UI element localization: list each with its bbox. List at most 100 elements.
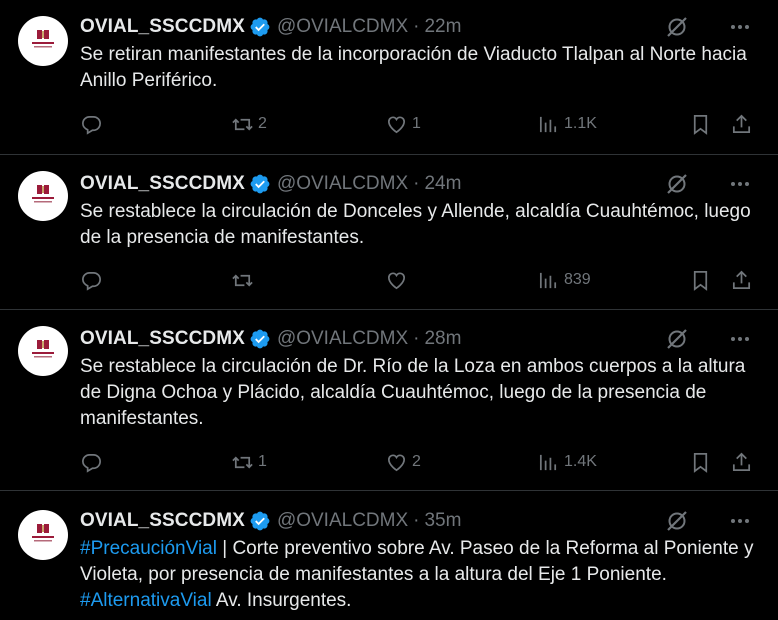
display-name[interactable]: OVIAL_SSCCDMX [80, 16, 245, 38]
tweet-header: OVIAL_SSCCDMX @OVIALCDMX · 35m [80, 508, 461, 534]
tweet-text-segment: Se restablece la circulación de Dr. Río … [80, 356, 746, 429]
grok-icon[interactable] [666, 510, 688, 532]
avatar[interactable] [18, 171, 68, 221]
tweet[interactable]: OVIAL_SSCCDMX @OVIALCDMX · 22m Se retira… [0, 0, 778, 155]
views-count: 1.4K [564, 453, 597, 470]
timestamp[interactable]: 22m [424, 16, 461, 38]
share-icon [732, 114, 751, 133]
retweet-button[interactable]: 1 [231, 448, 267, 476]
ssc-logo-icon [32, 524, 54, 542]
bookmark-icon [693, 270, 708, 291]
retweet-icon [232, 273, 253, 287]
reply-icon [82, 271, 101, 291]
like-button[interactable]: 1 [385, 110, 421, 138]
tweet-header: OVIAL_SSCCDMX @OVIALCDMX · 28m [80, 326, 461, 352]
tweet-text-segment: Se restablece la circulación de Donceles… [80, 201, 751, 248]
tweet-text: Se restablece la circulación de Donceles… [80, 199, 760, 251]
hashtag-link[interactable]: #AlternativaVial [80, 590, 212, 611]
retweet-button[interactable]: 2 [231, 110, 267, 138]
tweet-actions: 839 [80, 266, 760, 294]
tweet-text: Se retiran manifestantes de la incorpora… [80, 42, 760, 94]
avatar[interactable] [18, 510, 68, 560]
share-icon [732, 270, 751, 289]
display-name[interactable]: OVIAL_SSCCDMX [80, 173, 245, 195]
bookmark-button[interactable] [689, 448, 712, 476]
like-count: 2 [412, 453, 421, 470]
more-icon[interactable] [728, 15, 752, 39]
grok-icon[interactable] [666, 173, 688, 195]
like-icon [387, 453, 406, 471]
separator: · [413, 16, 420, 37]
reply-icon [82, 115, 101, 135]
retweet-count: 1 [258, 453, 267, 470]
ssc-logo-icon [32, 340, 54, 358]
tweet-text-segment: Se retiran manifestantes de la incorpora… [80, 44, 747, 91]
tweet-text: #PrecauciónVial | Corte preventivo sobre… [80, 536, 760, 614]
display-name[interactable]: OVIAL_SSCCDMX [80, 328, 245, 350]
views-button[interactable]: 1.1K [537, 110, 597, 138]
tweet-text-segment: Av. Insurgentes. [211, 590, 352, 611]
views-button[interactable]: 839 [537, 266, 591, 294]
like-count: 1 [412, 115, 421, 132]
share-button[interactable] [730, 110, 753, 138]
reply-button[interactable] [80, 448, 107, 476]
timestamp[interactable]: 24m [424, 173, 461, 195]
handle[interactable]: @OVIALCDMX [277, 173, 408, 195]
display-name[interactable]: OVIAL_SSCCDMX [80, 510, 245, 532]
more-icon[interactable] [728, 509, 752, 533]
like-button[interactable]: 2 [385, 448, 421, 476]
ssc-logo-icon [32, 30, 54, 48]
tweet[interactable]: OVIAL_SSCCDMX @OVIALCDMX · 28m Se restab… [0, 310, 778, 491]
handle[interactable]: @OVIALCDMX [277, 328, 408, 350]
like-icon [387, 271, 406, 289]
views-button[interactable]: 1.4K [537, 448, 597, 476]
avatar[interactable] [18, 16, 68, 66]
bookmark-button[interactable] [689, 110, 712, 138]
views-icon [539, 116, 557, 132]
views-count: 839 [564, 271, 591, 288]
views-icon [539, 454, 557, 470]
tweet-header: OVIAL_SSCCDMX @OVIALCDMX · 22m [80, 14, 461, 40]
tweet[interactable]: OVIAL_SSCCDMX @OVIALCDMX · 35m #Precauci… [0, 491, 778, 620]
tweet-actions: 1 2 1.4K [80, 448, 760, 476]
handle[interactable]: @OVIALCDMX [277, 16, 408, 38]
tweet-text: Se restablece la circulación de Dr. Río … [80, 354, 760, 432]
verified-badge-icon [250, 17, 270, 37]
like-button[interactable] [385, 266, 412, 294]
retweet-icon [232, 117, 253, 131]
separator: · [413, 510, 420, 531]
grok-icon[interactable] [666, 328, 688, 350]
share-button[interactable] [730, 266, 753, 294]
share-icon [732, 452, 751, 471]
handle[interactable]: @OVIALCDMX [277, 510, 408, 532]
separator: · [413, 328, 420, 349]
retweet-icon [232, 455, 253, 469]
bookmark-icon [693, 114, 708, 135]
timeline-feed: OVIAL_SSCCDMX @OVIALCDMX · 22m Se retira… [0, 0, 778, 620]
ssc-logo-icon [32, 185, 54, 203]
share-button[interactable] [730, 448, 753, 476]
retweet-count: 2 [258, 115, 267, 132]
views-count: 1.1K [564, 115, 597, 132]
separator: · [413, 173, 420, 194]
tweet[interactable]: OVIAL_SSCCDMX @OVIALCDMX · 24m Se restab… [0, 155, 778, 310]
verified-badge-icon [250, 174, 270, 194]
hashtag-link[interactable]: #PrecauciónVial [80, 538, 217, 559]
verified-badge-icon [250, 329, 270, 349]
tweet-header: OVIAL_SSCCDMX @OVIALCDMX · 24m [80, 171, 461, 197]
tweet-actions: 2 1 1.1K [80, 110, 760, 138]
reply-button[interactable] [80, 110, 107, 138]
grok-icon[interactable] [666, 16, 688, 38]
bookmark-icon [693, 452, 708, 473]
avatar[interactable] [18, 326, 68, 376]
bookmark-button[interactable] [689, 266, 712, 294]
views-icon [539, 272, 557, 288]
more-icon[interactable] [728, 172, 752, 196]
verified-badge-icon [250, 511, 270, 531]
timestamp[interactable]: 28m [424, 328, 461, 350]
retweet-button[interactable] [231, 266, 258, 294]
more-icon[interactable] [728, 327, 752, 351]
reply-icon [82, 453, 101, 473]
reply-button[interactable] [80, 266, 107, 294]
timestamp[interactable]: 35m [424, 510, 461, 532]
